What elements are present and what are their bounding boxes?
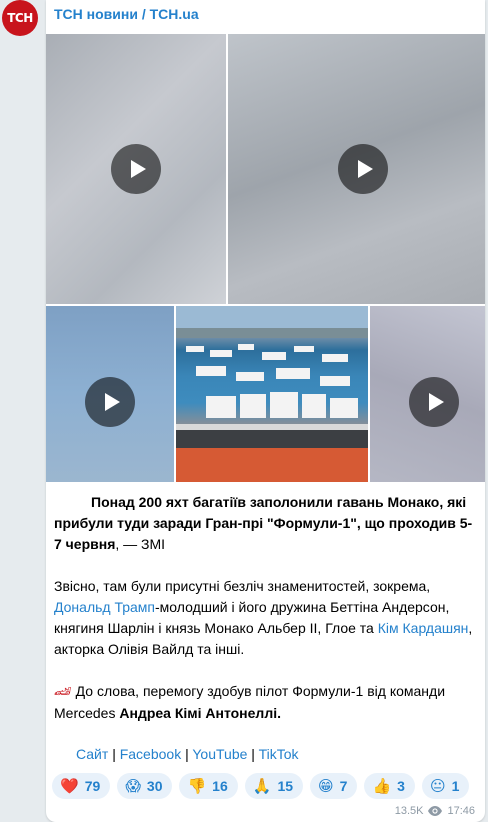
heart-icon: ❤️ <box>60 777 79 795</box>
separator: | <box>185 746 189 762</box>
link-donald-trump[interactable]: Дональд Трамп <box>54 599 155 615</box>
link-tiktok[interactable]: TikTok <box>259 746 299 762</box>
neutral-face-icon: 😐 <box>429 777 446 795</box>
reaction-count: 15 <box>277 778 294 794</box>
link-kim-kardashian[interactable]: Кім Кардашян <box>378 620 469 636</box>
play-icon[interactable] <box>409 377 459 427</box>
channel-avatar[interactable]: ТСН <box>2 0 38 36</box>
reaction-count: 79 <box>84 778 101 794</box>
message-bubble: ТСН новини / TCH.ua Понад 200 яхт багаті… <box>46 0 485 822</box>
thumbs-down-icon: 👎 <box>187 777 207 795</box>
media-video-4[interactable] <box>370 306 485 482</box>
link-facebook[interactable]: Facebook <box>120 746 181 762</box>
post-paragraph-2: Звісно, там були присутні безліч знамени… <box>54 576 474 660</box>
scream-icon: 😱 <box>125 777 141 795</box>
message-meta: 13.5K 17:46 <box>395 805 475 817</box>
link-site[interactable]: Сайт <box>76 746 108 762</box>
post-paragraph-1: Понад 200 яхт багатіїв заполонили гавань… <box>54 492 474 555</box>
post-source: , — ЗМІ <box>115 536 166 552</box>
reaction-scream[interactable]: 😱 30 <box>117 773 173 799</box>
media-video-3[interactable] <box>46 306 174 482</box>
reactions-bar: ❤️ 79 😱 30 👎 16 🙏 15 😁 7 👍 3 😐 1 <box>52 773 470 799</box>
reaction-count: 30 <box>146 778 163 794</box>
separator: | <box>251 746 255 762</box>
reaction-grin[interactable]: 😁 7 <box>310 773 358 799</box>
play-icon[interactable] <box>111 144 161 194</box>
link-youtube[interactable]: YouTube <box>192 746 247 762</box>
reaction-count: 1 <box>451 778 460 794</box>
grin-icon: 😁 <box>318 777 334 795</box>
harbor-photo <box>176 306 368 482</box>
channel-name[interactable]: ТСН новини / TCH.ua <box>54 6 199 22</box>
reaction-thumbs-down[interactable]: 👎 16 <box>179 773 238 799</box>
reaction-neutral[interactable]: 😐 1 <box>421 773 470 799</box>
view-count: 13.5K <box>394 805 424 817</box>
separator: | <box>112 746 116 762</box>
play-icon[interactable] <box>338 144 388 194</box>
reaction-count: 16 <box>212 778 228 794</box>
thumbs-up-icon: 👍 <box>372 777 392 795</box>
driver-name: Андреа Кімі Антонеллі. <box>119 705 281 721</box>
reaction-thumbs-up[interactable]: 👍 3 <box>364 773 415 799</box>
play-icon[interactable] <box>85 377 135 427</box>
media-video-1[interactable] <box>46 34 226 304</box>
message-time: 17:46 <box>447 805 475 817</box>
post-text: Звісно, там були присутні безліч знамени… <box>54 578 431 594</box>
pray-icon: 🙏 <box>252 777 272 795</box>
reaction-count: 7 <box>339 778 348 794</box>
media-photo-yachts[interactable] <box>176 306 368 482</box>
race-car-icon: 🏎 <box>54 684 72 700</box>
reaction-count: 3 <box>397 778 405 794</box>
eye-icon <box>428 806 443 816</box>
post-paragraph-3: 🏎 До слова, перемогу здобув пілот Формул… <box>54 681 474 724</box>
reaction-heart[interactable]: ❤️ 79 <box>52 773 111 799</box>
reaction-pray[interactable]: 🙏 15 <box>244 773 304 799</box>
post-links: Сайт | Facebook | YouTube | TikTok <box>54 744 485 765</box>
media-video-2[interactable] <box>228 34 485 304</box>
